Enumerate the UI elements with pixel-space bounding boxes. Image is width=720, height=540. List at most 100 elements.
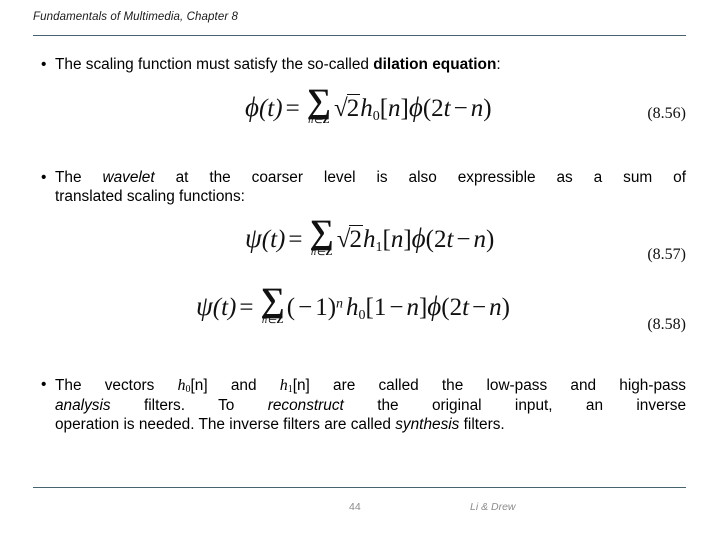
slide-body: • The scaling function must satisfy the … bbox=[0, 48, 720, 434]
eq3-sum-limit-text: n∈ bbox=[261, 314, 277, 326]
eq1-phi-lhs: ϕ bbox=[245, 91, 259, 122]
bullet-3-seg5: filters. To bbox=[110, 396, 268, 414]
eq3-sign-minus: − bbox=[298, 294, 313, 322]
bullet-3-var-h1-base: h bbox=[279, 377, 288, 395]
eq2-arg-open: (2 bbox=[425, 226, 447, 254]
eq3-arg-t: t bbox=[462, 294, 470, 322]
eq2-psi-lhs: ψ bbox=[245, 223, 262, 254]
eq2-equals: = bbox=[288, 226, 303, 254]
equation-8-58: ψ(t) = ∑ n∈Z(−1)n h0[1− n]ϕ(2t − n) bbox=[196, 282, 510, 327]
equation-row-8-58: ψ(t) = ∑ n∈Z(−1)n h0[1− n]ϕ(2t − n) (8.58) bbox=[0, 282, 720, 346]
eq2-sum-limit-set: Z bbox=[325, 246, 333, 258]
slide-canvas: Fundamentals of Multimedia, Chapter 8 • … bbox=[0, 0, 720, 540]
bullet-3-seg7: the original input, an inverse bbox=[343, 396, 687, 414]
bullet-3-line-3: operation is needed. The inverse filters… bbox=[55, 416, 686, 435]
bullet-3-var-h0-base: h bbox=[177, 377, 186, 395]
eq3-sum-limit-set: Z bbox=[276, 314, 284, 326]
eq1-radical-sign: √ bbox=[333, 94, 348, 122]
eq3-equals: = bbox=[239, 294, 254, 322]
bullet-2-line-1: The wavelet at the coarser level is also… bbox=[55, 169, 686, 188]
eq2-arg-close: ) bbox=[486, 226, 495, 254]
bullet-3-seg8: operation is needed. The inverse filters… bbox=[55, 415, 396, 433]
bullet-3-var-h1-bracket: [n] bbox=[292, 377, 310, 395]
eq1-sum-limit-text: n∈ bbox=[308, 115, 323, 127]
slide-header: Fundamentals of Multimedia, Chapter 8 bbox=[33, 11, 686, 23]
eq3-bracket-open: [1 bbox=[365, 294, 387, 322]
eq1-phi-rhs: ϕ bbox=[408, 91, 423, 122]
footer-credit: Li & Drew bbox=[470, 501, 516, 513]
bullet-1-text-pre: The scaling function must satisfy the so… bbox=[55, 56, 374, 73]
eq1-bracket-close: ] bbox=[400, 94, 409, 122]
eq3-coef-index: n bbox=[406, 294, 419, 322]
eq3-coef-sub: 0 bbox=[358, 308, 366, 324]
equation-row-8-56: ϕ(t) = ∑ n∈Z √2h0[n]ϕ(2t − n) (8.56) bbox=[0, 82, 720, 141]
eq3-arg-minus: − bbox=[472, 294, 487, 322]
eq1-arg-minus: − bbox=[453, 94, 468, 122]
eq2-radicand: 2 bbox=[349, 225, 363, 254]
equation-8-56: ϕ(t) = ∑ n∈Z √2h0[n]ϕ(2t − n) bbox=[245, 82, 492, 127]
eq3-lhs-arg: (t) bbox=[212, 294, 237, 322]
footer-page-number: 44 bbox=[349, 501, 361, 513]
bullet-3-emphasis-analysis: analysis bbox=[55, 396, 111, 414]
eq1-lhs-arg: (t) bbox=[258, 94, 283, 122]
eq1-sum-limit-set: Z bbox=[322, 115, 330, 127]
eq1-radicand: 2 bbox=[346, 93, 361, 122]
eq3-psi-lhs: ψ bbox=[196, 291, 213, 322]
eq1-arg-close: ) bbox=[483, 94, 492, 122]
eq3-arg-close: ) bbox=[501, 294, 510, 322]
bullet-3-seg2: and bbox=[207, 377, 280, 395]
header-title: Fundamentals of Multimedia, Chapter 8 bbox=[33, 11, 239, 23]
equation-number-8-56: (8.56) bbox=[647, 104, 686, 122]
eq3-sigma-glyph: ∑ bbox=[260, 282, 285, 320]
eq3-sign-one: 1) bbox=[315, 294, 337, 322]
bullet-3-seg1: The vectors bbox=[55, 377, 178, 395]
bullet-1-text-post: : bbox=[496, 56, 501, 73]
bullet-1-emphasis: dilation equation bbox=[373, 56, 497, 73]
bullet-item-1: • The scaling function must satisfy the … bbox=[0, 56, 720, 75]
equation-number-8-58: (8.58) bbox=[647, 316, 686, 334]
eq3-sum-limit: n∈Z bbox=[261, 314, 285, 327]
eq1-arg-open: (2 bbox=[422, 94, 444, 122]
bullet-marker: • bbox=[41, 56, 47, 73]
eq3-arg-open: (2 bbox=[441, 294, 463, 322]
eq2-sum-limit-text: n∈ bbox=[310, 246, 326, 258]
eq2-sum-limit: n∈Z bbox=[310, 246, 334, 259]
eq1-coef-var: h bbox=[360, 94, 373, 122]
eq2-arg-minus: − bbox=[456, 226, 471, 254]
eq1-sum-limit: n∈Z bbox=[307, 116, 331, 127]
bullet-3-seg10: filters. bbox=[459, 415, 505, 433]
eq2-sigma-glyph: ∑ bbox=[309, 214, 334, 252]
eq3-sign-open: ( bbox=[286, 294, 296, 322]
bullet-3-var-h1: h1 bbox=[279, 377, 293, 395]
eq2-arg-n: n bbox=[473, 226, 487, 254]
bullet-2-text-post: at the coarser level is also expressible… bbox=[154, 168, 686, 186]
bullet-3-var-h0: h0 bbox=[177, 377, 191, 395]
eq1-coef-sub: 0 bbox=[372, 108, 380, 124]
bullet-item-3: • The vectors h0[n] and h1[n] are called… bbox=[0, 376, 720, 434]
eq3-summation: ∑ n∈Z bbox=[260, 282, 285, 327]
bullet-2-text-pre: The bbox=[55, 168, 103, 186]
bullet-3-line-1: The vectors h0[n] and h1[n] are called t… bbox=[55, 376, 686, 396]
eq3-coef-var: h bbox=[346, 294, 359, 322]
eq2-sqrt: √2 bbox=[336, 225, 363, 254]
equation-number-8-57: (8.57) bbox=[647, 246, 686, 264]
eq1-arg-n: n bbox=[470, 94, 484, 122]
bullet-3-line-2: analysis filters. To reconstruct the ori… bbox=[55, 397, 686, 416]
eq1-summation: ∑ n∈Z bbox=[306, 82, 331, 127]
eq3-coef-minus: − bbox=[389, 294, 404, 322]
header-divider bbox=[33, 35, 686, 36]
eq1-arg-t: t bbox=[443, 94, 451, 122]
eq3-phi-rhs: ϕ bbox=[427, 291, 442, 322]
equation-8-57: ψ(t) = ∑ n∈Z √2h1[n]ϕ(2t − n) bbox=[245, 214, 495, 259]
eq1-sigma-glyph: ∑ bbox=[306, 82, 331, 120]
bullet-2-emphasis: wavelet bbox=[102, 168, 155, 186]
eq1-sqrt: √2 bbox=[333, 93, 361, 123]
equation-row-8-57: ψ(t) = ∑ n∈Z √2h1[n]ϕ(2t − n) (8.57) bbox=[0, 214, 720, 274]
bullet-2-line-2: translated scaling functions: bbox=[55, 187, 245, 205]
eq2-coef-var: h bbox=[362, 226, 376, 254]
eq3-sign-exponent: n bbox=[336, 296, 344, 312]
eq2-coef-index: n bbox=[390, 226, 404, 254]
eq1-bracket-open: [ bbox=[379, 94, 389, 122]
bullet-3-emphasis-reconstruct: reconstruct bbox=[267, 396, 344, 414]
eq2-bracket-open: [ bbox=[382, 226, 391, 254]
